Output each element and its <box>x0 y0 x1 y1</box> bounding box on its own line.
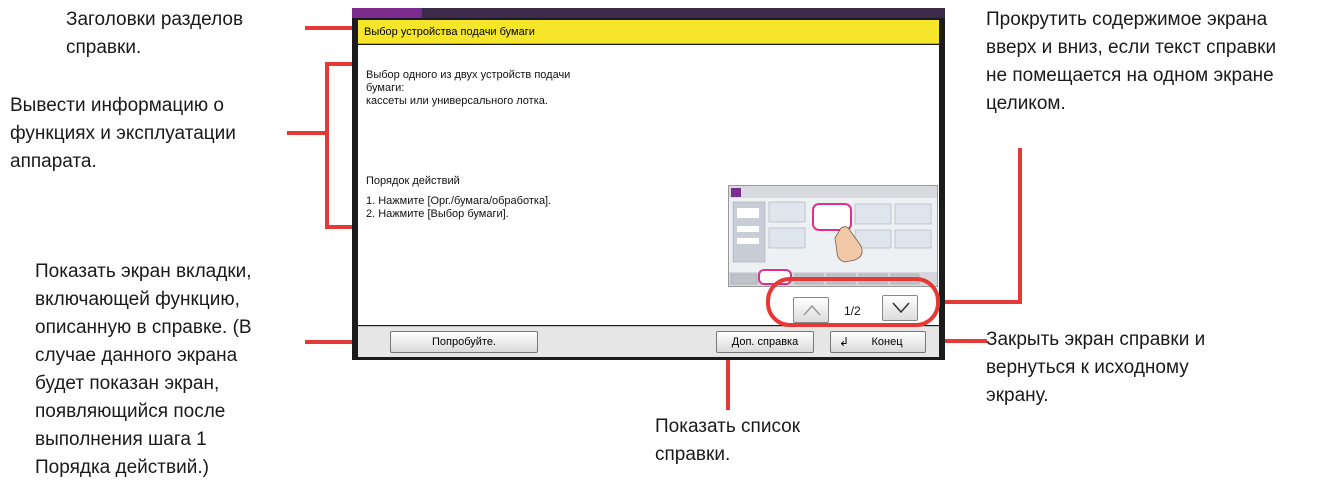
bracket-top <box>325 62 353 66</box>
step-item: 1. Нажмите [Орг./бумага/обработка]. <box>366 195 552 207</box>
callout-help-list: Показать список справки. <box>655 416 801 465</box>
panel-illustration <box>728 185 938 287</box>
bottom-button-bar: Попробуйте. Доп. справка ↲ Конец <box>358 326 939 357</box>
bracket-vertical <box>325 62 329 229</box>
end-button-label: Конец <box>871 336 903 348</box>
callout-close: Закрыть экран справки и вернуться к исхо… <box>986 329 1206 406</box>
pointer-line-information <box>287 131 327 135</box>
callout-information: Вывести информацию о функциях и эксплуат… <box>10 95 236 172</box>
status-strip <box>352 8 945 18</box>
bracket-bottom <box>325 225 353 229</box>
help-title-bar: Выбор устройства подачи бумаги <box>358 20 939 44</box>
steps-title: Порядок действий <box>366 175 460 187</box>
pointer-line-scroll-horizontal <box>938 300 1022 304</box>
help-list-button[interactable]: Доп. справка <box>716 331 814 353</box>
step-item: 2. Нажмите [Выбор бумаги]. <box>366 208 509 220</box>
try-it-button[interactable]: Попробуйте. <box>390 331 538 353</box>
pointer-line-scroll-vertical <box>1018 148 1022 304</box>
callout-section-headings: Заголовки разделов справки. <box>66 9 244 58</box>
pointer-line-headings <box>305 26 357 30</box>
return-icon: ↲ <box>839 335 850 349</box>
scroll-highlight <box>766 277 940 327</box>
help-paragraph: Выбор одного из двух устройств подачи бу… <box>366 69 571 107</box>
callout-try-it: Показать экран вкладки, включающей функц… <box>35 261 252 478</box>
callout-scroll: Прокрутить содержимое экрана вверх и вни… <box>986 9 1277 114</box>
end-button[interactable]: ↲ Конец <box>830 331 926 353</box>
